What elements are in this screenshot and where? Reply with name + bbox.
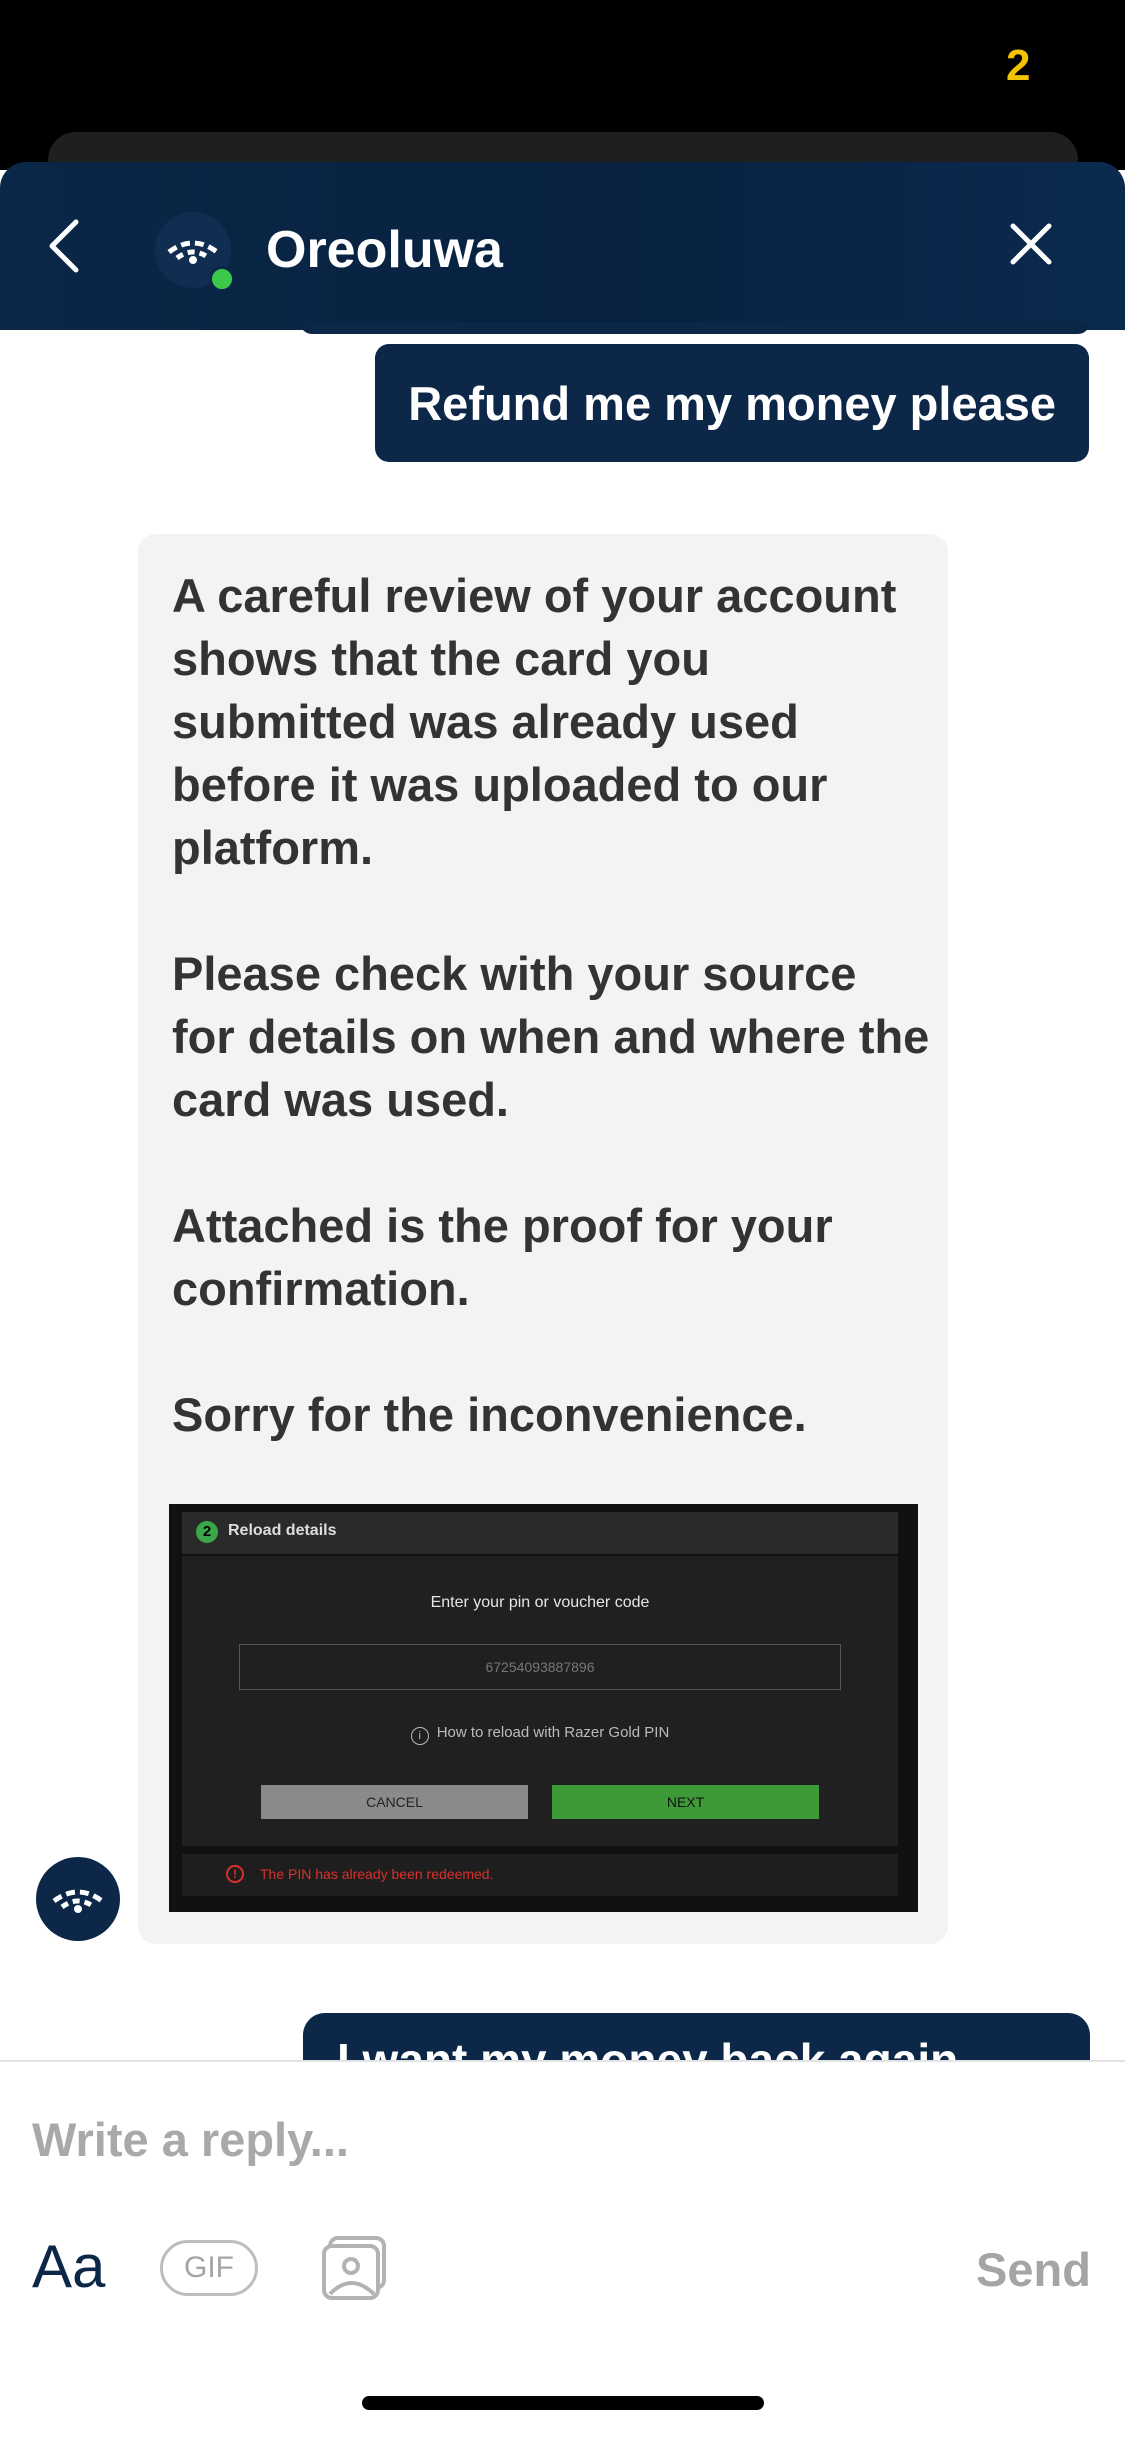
reload-help-text: How to reload with Razer Gold PIN [436, 1724, 670, 1741]
reload-details-body: Enter your pin or voucher code 672540938… [182, 1556, 898, 1846]
reload-details-header: 2 Reload details [182, 1512, 898, 1554]
error-icon: ! [226, 1865, 244, 1883]
close-button[interactable] [1005, 218, 1057, 270]
error-banner: ! The PIN has already been redeemed. [182, 1854, 898, 1896]
online-status-dot [209, 266, 235, 292]
chevron-left-icon [49, 219, 79, 273]
image-attach-icon [322, 2236, 386, 2300]
agent-message-bubble: A careful review of your account shows t… [138, 534, 948, 1944]
agent-avatar [36, 1857, 120, 1941]
attachment-next-button: NEXT [552, 1785, 819, 1819]
reload-details-title: Reload details [228, 1522, 337, 1539]
info-icon: i [410, 1727, 429, 1745]
agent-paragraph: Sorry for the inconvenience. [172, 1388, 807, 1441]
agent-message-text: A careful review of your account shows t… [172, 564, 932, 1509]
brand-logo-icon [52, 1889, 104, 1913]
reload-help: i How to reload with Razer Gold PIN [182, 1724, 898, 1745]
attachment-image[interactable]: 2 Reload details Enter your pin or vouch… [169, 1504, 918, 1912]
pin-prompt: Enter your pin or voucher code [430, 1594, 650, 1611]
user-message-partial-text: I want my money back again [337, 2034, 959, 2061]
text-format-button[interactable]: Aa [32, 2232, 105, 2302]
user-message-bubble: Refund me my money please [375, 344, 1089, 462]
previous-message-edge [300, 322, 1090, 334]
chat-header: Oreoluwa [0, 162, 1125, 330]
status-indicator: 2 [1006, 41, 1031, 90]
reply-input[interactable] [32, 2104, 1032, 2174]
agent-name: Oreoluwa [266, 221, 503, 279]
step-badge: 2 [196, 1521, 218, 1543]
brand-logo-icon [167, 240, 219, 264]
pin-field: 67254093887896 [239, 1644, 841, 1690]
agent-paragraph: A careful review of your account shows t… [172, 569, 897, 874]
agent-paragraph: Attached is the proof for your confirmat… [172, 1199, 833, 1315]
attachment-cancel-button: CANCEL [261, 1785, 528, 1819]
error-text: The PIN has already been redeemed. [260, 1866, 494, 1882]
close-icon [1010, 223, 1052, 265]
gif-button[interactable]: GIF [160, 2240, 258, 2296]
agent-avatar-header [155, 212, 235, 292]
send-button[interactable]: Send [976, 2240, 1091, 2300]
home-indicator[interactable] [362, 2396, 764, 2410]
image-attach-button[interactable] [320, 2232, 392, 2304]
user-message-bubble-partial: I want my money back again [303, 2013, 1090, 2061]
reply-composer: Aa GIF Send [0, 2060, 1125, 2438]
agent-paragraph: Please check with your source for detail… [172, 947, 930, 1126]
back-button[interactable] [40, 214, 92, 278]
